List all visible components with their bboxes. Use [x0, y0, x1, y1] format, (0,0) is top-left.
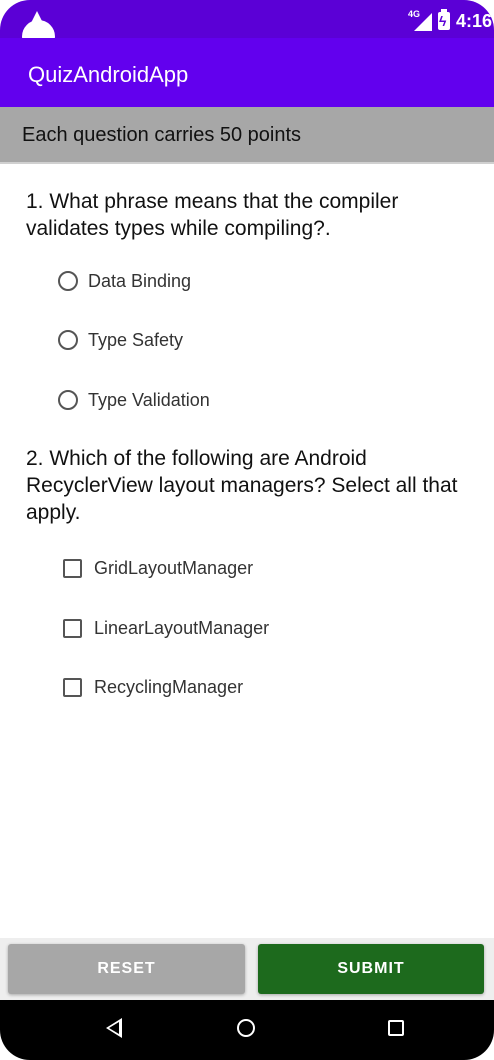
back-icon[interactable]	[106, 1018, 122, 1038]
phone-screen: 4G 4:16 QuizAndroidApp Each question car…	[0, 0, 494, 1060]
action-bar: RESET SUBMIT	[0, 938, 494, 1000]
question-1-option-data-binding[interactable]: Data Binding	[58, 266, 191, 296]
option-label: GridLayoutManager	[94, 557, 254, 578]
system-nav-bar	[0, 1000, 494, 1060]
option-label: Type Safety	[88, 329, 184, 350]
radio-button[interactable]	[58, 330, 78, 350]
question-1-option-type-validation[interactable]: Type Validation	[58, 385, 210, 415]
question-2-option-grid-layout-manager[interactable]: GridLayoutManager	[58, 553, 253, 583]
question-2-option-linear-layout-manager[interactable]: LinearLayoutManager	[58, 613, 269, 643]
signal-indicator: 4G	[408, 9, 432, 31]
option-label: LinearLayoutManager	[94, 617, 270, 638]
reset-button[interactable]: RESET	[8, 944, 245, 994]
battery-charging-icon	[437, 9, 450, 30]
checkbox[interactable]	[63, 558, 82, 578]
signal-icon	[413, 13, 432, 31]
option-label: Data Binding	[88, 270, 192, 291]
status-clock: 4:16	[455, 10, 492, 31]
question-1-option-type-safety[interactable]: Type Safety	[58, 325, 183, 355]
recents-icon[interactable]	[388, 1020, 404, 1036]
radio-button[interactable]	[58, 390, 78, 410]
home-icon[interactable]	[237, 1019, 255, 1037]
status-indicators: 4G 4:16	[408, 9, 492, 32]
submit-button[interactable]: SUBMIT	[258, 944, 484, 994]
app-title: QuizAndroidApp	[28, 62, 189, 87]
info-banner-text: Each question carries 50 points	[22, 124, 302, 146]
question-2-text: 2. Which of the following are Android Re…	[26, 447, 458, 524]
question-1-text: 1. What phrase means that the compiler v…	[26, 190, 399, 240]
app-bar: QuizAndroidApp	[0, 38, 494, 107]
radio-button[interactable]	[58, 271, 78, 291]
question-2-option-recycling-manager[interactable]: RecyclingManager	[58, 672, 243, 702]
option-label: Type Validation	[88, 389, 210, 410]
option-label: RecyclingManager	[94, 676, 244, 697]
status-bar: 4G 4:16	[0, 0, 494, 53]
checkbox[interactable]	[63, 618, 82, 638]
info-banner: Each question carries 50 points	[0, 107, 494, 164]
checkbox[interactable]	[63, 677, 82, 697]
